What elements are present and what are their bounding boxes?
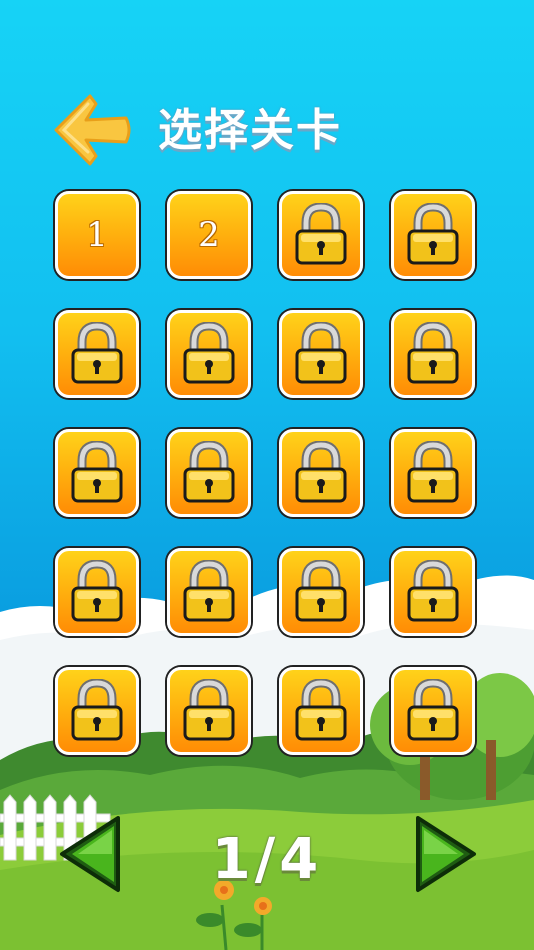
padlock-icon [295,679,347,741]
page-indicator: 1/4 [211,827,323,892]
level-tile-locked[interactable] [279,429,363,517]
padlock-icon [295,441,347,503]
level-number: 1 [86,215,108,255]
level-tile-locked[interactable] [55,548,139,636]
level-tile[interactable]: 1 [55,191,139,279]
level-tile-locked[interactable] [391,548,475,636]
padlock-icon [407,441,459,503]
level-tile-locked[interactable] [279,191,363,279]
green-right-triangle-icon [416,816,476,892]
padlock-icon [183,560,235,622]
level-tile-locked[interactable] [55,310,139,398]
level-tile-locked[interactable] [167,429,251,517]
padlock-icon [183,322,235,384]
padlock-icon [295,322,347,384]
back-arrow-icon [54,94,131,166]
padlock-icon [295,203,347,265]
level-tile-locked[interactable] [167,310,251,398]
level-select-screen: 选择关卡 1 2 1/4 [0,0,534,950]
padlock-icon [407,322,459,384]
level-tile-locked[interactable] [391,310,475,398]
padlock-icon [295,560,347,622]
level-tile-locked[interactable] [167,548,251,636]
level-tile-locked[interactable] [55,667,139,755]
level-tile-locked[interactable] [391,429,475,517]
level-tile[interactable]: 2 [167,191,251,279]
level-tile-locked[interactable] [167,667,251,755]
padlock-icon [71,441,123,503]
next-page-button[interactable] [410,814,480,894]
padlock-icon [71,560,123,622]
level-tile-locked[interactable] [279,548,363,636]
level-tile-locked[interactable] [279,667,363,755]
padlock-icon [407,679,459,741]
level-tile-locked[interactable] [279,310,363,398]
padlock-icon [407,560,459,622]
page-title: 选择关卡 [158,105,342,156]
padlock-icon [183,441,235,503]
level-tile-locked[interactable] [391,191,475,279]
level-tile-locked[interactable] [391,667,475,755]
padlock-icon [407,203,459,265]
padlock-icon [71,322,123,384]
level-tile-locked[interactable] [55,429,139,517]
previous-page-button[interactable] [56,814,126,894]
level-number: 2 [198,215,220,255]
back-button[interactable] [50,92,134,168]
padlock-icon [183,679,235,741]
padlock-icon [71,679,123,741]
green-left-triangle-icon [60,816,120,892]
